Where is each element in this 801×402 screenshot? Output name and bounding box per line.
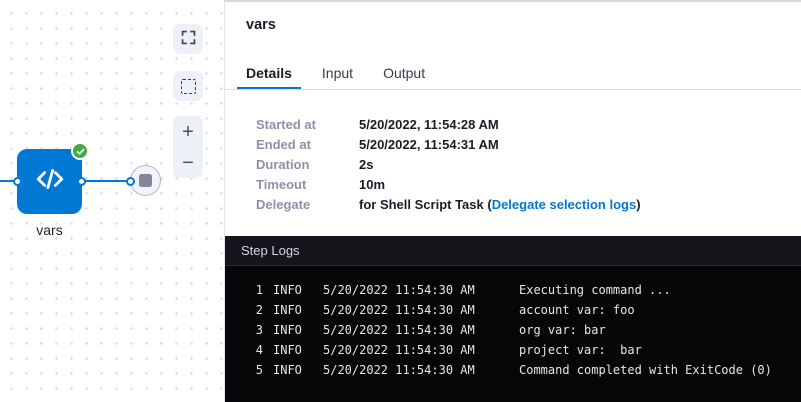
log-line: 1 INFO 5/20/2022 11:54:30 AM Executing c… — [225, 280, 801, 300]
log-line-number: 1 — [225, 280, 263, 300]
detail-value: 10m — [359, 178, 385, 192]
detail-value: 5/20/2022, 11:54:31 AM — [359, 138, 499, 152]
delegate-selection-logs-link[interactable]: Delegate selection logs — [492, 197, 637, 212]
detail-value: 2s — [359, 158, 373, 172]
step-logs-console[interactable]: Step Logs 1 INFO 5/20/2022 11:54:30 AM E… — [225, 236, 801, 402]
detail-row-delegate: Delegate for Shell Script Task (Delegate… — [256, 198, 641, 212]
log-level: INFO — [273, 360, 303, 380]
log-line-number: 2 — [225, 300, 263, 320]
detail-row-started-at: Started at 5/20/2022, 11:54:28 AM — [256, 118, 641, 132]
log-level: INFO — [273, 320, 303, 340]
log-line: 3 INFO 5/20/2022 11:54:30 AM org var: ba… — [225, 320, 801, 340]
code-icon — [35, 166, 65, 197]
tab-input[interactable]: Input — [313, 59, 362, 89]
fullscreen-icon — [180, 29, 197, 49]
log-timestamp: 5/20/2022 11:54:30 AM — [323, 280, 475, 300]
zoom-out-button[interactable]: − — [173, 147, 203, 178]
detail-value: 5/20/2022, 11:54:28 AM — [359, 118, 499, 132]
log-line-number: 3 — [225, 320, 263, 340]
log-line-number: 4 — [225, 340, 263, 360]
log-timestamp: 5/20/2022 11:54:30 AM — [323, 360, 475, 380]
detail-label: Delegate — [256, 198, 359, 212]
node-port-left — [13, 177, 22, 186]
log-line-number: 5 — [225, 360, 263, 380]
step-logs-body[interactable]: 1 INFO 5/20/2022 11:54:30 AM Executing c… — [225, 266, 801, 380]
log-message: project var: bar — [519, 340, 642, 360]
step-details-panel: vars Details Input Output Started at 5/2… — [224, 0, 801, 402]
log-level: INFO — [273, 340, 303, 360]
tab-output[interactable]: Output — [374, 59, 434, 89]
step-node-label: vars — [17, 222, 82, 238]
detail-label: Ended at — [256, 138, 359, 152]
log-timestamp: 5/20/2022 11:54:30 AM — [323, 300, 475, 320]
log-message: account var: foo — [519, 300, 635, 320]
step-node-vars[interactable] — [17, 149, 82, 214]
detail-row-ended-at: Ended at 5/20/2022, 11:54:31 AM — [256, 138, 641, 152]
edge-outgoing — [84, 180, 128, 182]
log-timestamp: 5/20/2022 11:54:30 AM — [323, 320, 475, 340]
detail-label: Timeout — [256, 178, 359, 192]
pipeline-canvas[interactable]: vars + − — [0, 0, 224, 402]
tabs-divider — [225, 89, 801, 90]
pipeline-step-execution-view: vars + − vars Details Input Output — [0, 0, 801, 402]
log-line: 2 INFO 5/20/2022 11:54:30 AM account var… — [225, 300, 801, 320]
zoom-controls: + − — [173, 116, 203, 178]
log-message: org var: bar — [519, 320, 606, 340]
log-timestamp: 5/20/2022 11:54:30 AM — [323, 340, 475, 360]
marquee-select-icon — [181, 79, 196, 94]
node-port-right — [77, 177, 86, 186]
detail-value: for Shell Script Task (Delegate selectio… — [359, 198, 641, 212]
detail-row-timeout: Timeout 10m — [256, 178, 641, 192]
log-line: 5 INFO 5/20/2022 11:54:30 AM Command com… — [225, 360, 801, 380]
log-level: INFO — [273, 280, 303, 300]
stop-square-icon — [139, 174, 152, 187]
details-table: Started at 5/20/2022, 11:54:28 AM Ended … — [256, 118, 641, 218]
tab-details[interactable]: Details — [237, 59, 301, 89]
step-logs-title: Step Logs — [241, 243, 300, 258]
delegate-value-suffix: ) — [636, 197, 640, 212]
log-message: Command completed with ExitCode (0) — [519, 360, 772, 380]
log-message: Executing command ... — [519, 280, 671, 300]
step-logs-header: Step Logs — [225, 236, 801, 266]
detail-label: Started at — [256, 118, 359, 132]
log-line: 4 INFO 5/20/2022 11:54:30 AM project var… — [225, 340, 801, 360]
details-tabs: Details Input Output — [237, 59, 434, 89]
marquee-select-button[interactable] — [173, 71, 203, 101]
detail-row-duration: Duration 2s — [256, 158, 641, 172]
panel-title: vars — [246, 17, 276, 33]
zoom-in-button[interactable]: + — [173, 116, 203, 147]
detail-label: Duration — [256, 158, 359, 172]
success-check-icon — [71, 142, 89, 160]
end-node-port — [126, 177, 135, 186]
fullscreen-button[interactable] — [173, 24, 203, 54]
delegate-value-prefix: for Shell Script Task ( — [359, 197, 492, 212]
log-level: INFO — [273, 300, 303, 320]
